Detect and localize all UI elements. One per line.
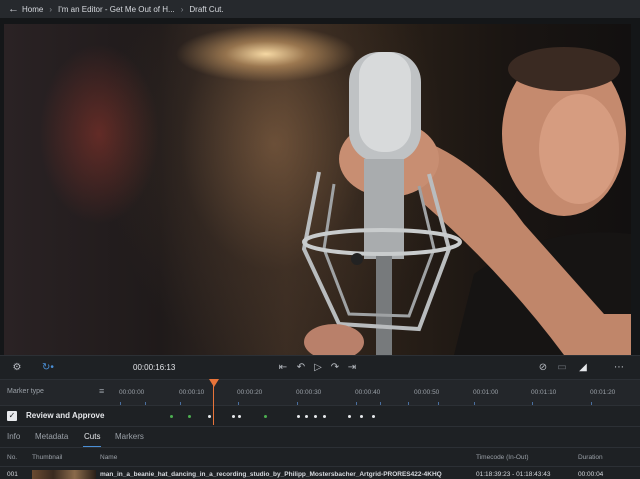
video-frame-illustration: [301, 47, 631, 355]
marker-dot[interactable]: [323, 415, 326, 418]
settings-icon[interactable]: ⚙: [10, 356, 24, 380]
tick-label: 00:00:00: [119, 389, 145, 396]
more-icon[interactable]: ⋯: [612, 356, 626, 380]
top-breadcrumb-bar: ← Home › I'm an Editor - Get Me Out of H…: [0, 0, 640, 18]
row-timecode: 01:18:39:23 - 01:18:43:43: [476, 471, 551, 478]
marker-dot[interactable]: [264, 415, 267, 418]
back-arrow-icon[interactable]: ←: [8, 0, 22, 18]
marker-dot[interactable]: [348, 415, 351, 418]
marker-icon[interactable]: ◢: [576, 356, 590, 380]
playhead-line[interactable]: [213, 381, 214, 425]
breadcrumb-current: Draft Cut.: [189, 4, 224, 14]
breadcrumb-separator-icon: ›: [180, 4, 184, 14]
go-to-end-icon[interactable]: ⇥: [345, 356, 359, 380]
marker-dot[interactable]: [297, 415, 300, 418]
marker-dot[interactable]: [188, 415, 191, 418]
column-header-timecode[interactable]: Timecode (In-Out): [476, 454, 529, 461]
marker-dot[interactable]: [372, 415, 375, 418]
review-track: ✓ Review and Approve: [0, 405, 640, 426]
marker-type-label: Marker type: [7, 388, 44, 395]
tab-info[interactable]: Info: [7, 432, 20, 441]
row-thumbnail: [32, 470, 96, 479]
column-header-duration[interactable]: Duration: [578, 454, 603, 461]
table-row[interactable]: 001 man_in_a_beanie_hat_dancing_in_a_rec…: [0, 466, 640, 479]
step-back-icon[interactable]: ↶: [294, 356, 308, 380]
step-forward-icon[interactable]: ↷: [328, 356, 342, 380]
marker-dot[interactable]: [305, 415, 308, 418]
video-frame[interactable]: [4, 24, 631, 355]
marker-dot[interactable]: [360, 415, 363, 418]
tick-label: 00:01:00: [473, 389, 499, 396]
marker-dot[interactable]: [170, 415, 173, 418]
column-header-thumbnail[interactable]: Thumbnail: [32, 454, 62, 461]
breadcrumb-home[interactable]: Home: [22, 5, 43, 14]
row-name: man_in_a_beanie_hat_dancing_in_a_recordi…: [100, 471, 442, 478]
row-duration: 00:00:04: [578, 471, 604, 478]
review-label: Review and Approve: [26, 411, 105, 420]
column-header-no[interactable]: No.: [7, 454, 17, 461]
breadcrumb-project[interactable]: I'm an Editor - Get Me Out of H...: [58, 5, 175, 14]
details-tabs: Info Metadata Cuts Markers: [0, 426, 640, 448]
tab-metadata[interactable]: Metadata: [35, 432, 68, 441]
transport-bar: ⚙ ↻• 00:00:16:13 ⇤ ↶ ▷ ↷ ⇥ ⊘ ▭ ◢ ⋯: [0, 355, 640, 379]
tick-label: 00:00:50: [414, 389, 440, 396]
hide-icon[interactable]: ⊘: [536, 356, 550, 380]
loop-icon[interactable]: ↻•: [38, 356, 58, 380]
tab-markers[interactable]: Markers: [115, 432, 144, 441]
review-checkbox[interactable]: ✓: [7, 411, 17, 421]
tick-label: 00:00:10: [179, 389, 205, 396]
video-player[interactable]: [0, 18, 640, 355]
breadcrumb-separator-icon: ›: [49, 4, 53, 14]
tick-label: 00:00:20: [237, 389, 263, 396]
filter-icon[interactable]: ≡: [99, 386, 104, 396]
marker-dot[interactable]: [232, 415, 235, 418]
playhead-handle-icon[interactable]: [209, 379, 219, 387]
tab-cuts[interactable]: Cuts: [84, 432, 100, 441]
marker-dot[interactable]: [208, 415, 211, 418]
tick-label: 00:01:20: [590, 389, 616, 396]
timeline-ruler[interactable]: Marker type ≡ 00:00:00 00:00:10 00:00:20…: [0, 379, 640, 406]
tick-label: 00:00:30: [296, 389, 322, 396]
row-number: 001: [7, 471, 18, 478]
tick-label: 00:01:10: [531, 389, 557, 396]
layers-icon[interactable]: ▭: [555, 356, 569, 380]
current-timecode: 00:00:16:13: [133, 363, 176, 372]
play-icon[interactable]: ▷: [311, 356, 325, 380]
go-to-start-icon[interactable]: ⇤: [276, 356, 290, 380]
marker-dot[interactable]: [238, 415, 241, 418]
cuts-table-header: No. Thumbnail Name Timecode (In-Out) Dur…: [0, 447, 640, 466]
tick-label: 00:00:40: [355, 389, 381, 396]
column-header-name[interactable]: Name: [100, 454, 117, 461]
marker-dot[interactable]: [314, 415, 317, 418]
